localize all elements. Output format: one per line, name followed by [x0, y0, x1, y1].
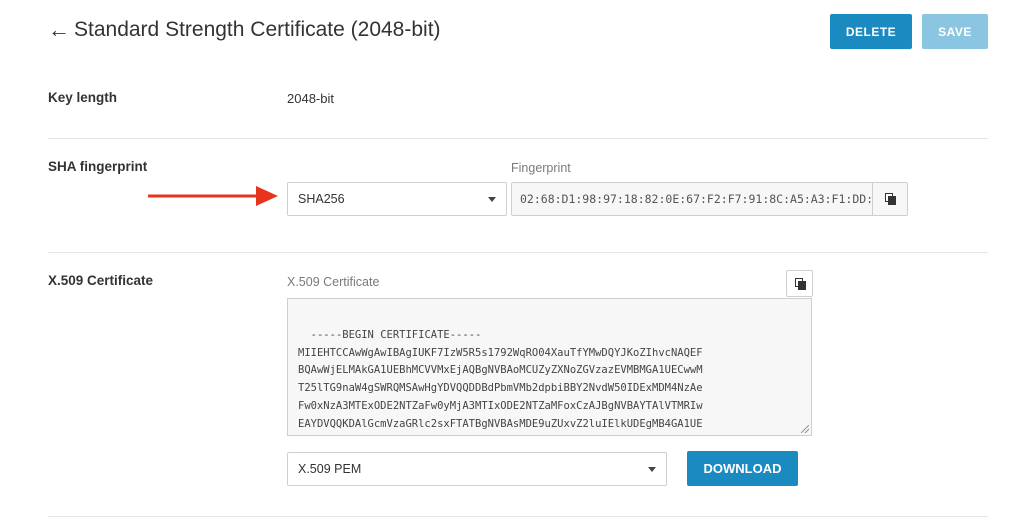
divider [48, 252, 988, 253]
copy-certificate-button[interactable] [786, 270, 813, 297]
download-button[interactable]: DOWNLOAD [687, 451, 798, 486]
copy-icon [794, 277, 807, 291]
page-title: Standard Strength Certificate (2048-bit) [74, 18, 441, 41]
certificate-format-value: X.509 PEM [298, 462, 362, 476]
fingerprint-label: Fingerprint [511, 161, 571, 175]
sha-algorithm-select[interactable]: SHA256 [287, 182, 507, 216]
certificate-format-select[interactable]: X.509 PEM [287, 452, 667, 486]
back-arrow-icon[interactable]: ← [48, 16, 70, 44]
certificate-content: -----BEGIN CERTIFICATE----- MIIEHTCCAwWg… [298, 328, 703, 430]
fingerprint-field[interactable]: 02:68:D1:98:97:18:82:0E:67:F2:F7:91:8C:A… [511, 182, 873, 216]
chevron-down-icon [648, 467, 656, 472]
page-header: ← Standard Strength Certificate (2048-bi… [48, 14, 988, 54]
chevron-down-icon [488, 197, 496, 202]
divider [48, 138, 988, 139]
sha-algorithm-value: SHA256 [298, 192, 345, 206]
certificate-textarea[interactable]: -----BEGIN CERTIFICATE----- MIIEHTCCAwWg… [287, 298, 812, 436]
divider [48, 516, 988, 517]
sha-fingerprint-label: SHA fingerprint [48, 159, 148, 174]
resize-handle[interactable] [801, 425, 809, 433]
red-arrow-icon [148, 186, 278, 206]
copy-fingerprint-button[interactable] [872, 182, 908, 216]
delete-button[interactable]: DELETE [830, 14, 912, 49]
certificate-field-label: X.509 Certificate [287, 275, 380, 289]
key-length-label: Key length [48, 90, 118, 105]
certificate-label: X.509 Certificate [48, 273, 154, 288]
save-button[interactable]: SAVE [922, 14, 988, 49]
copy-icon [885, 193, 897, 206]
key-length-value: 2048-bit [287, 91, 334, 106]
